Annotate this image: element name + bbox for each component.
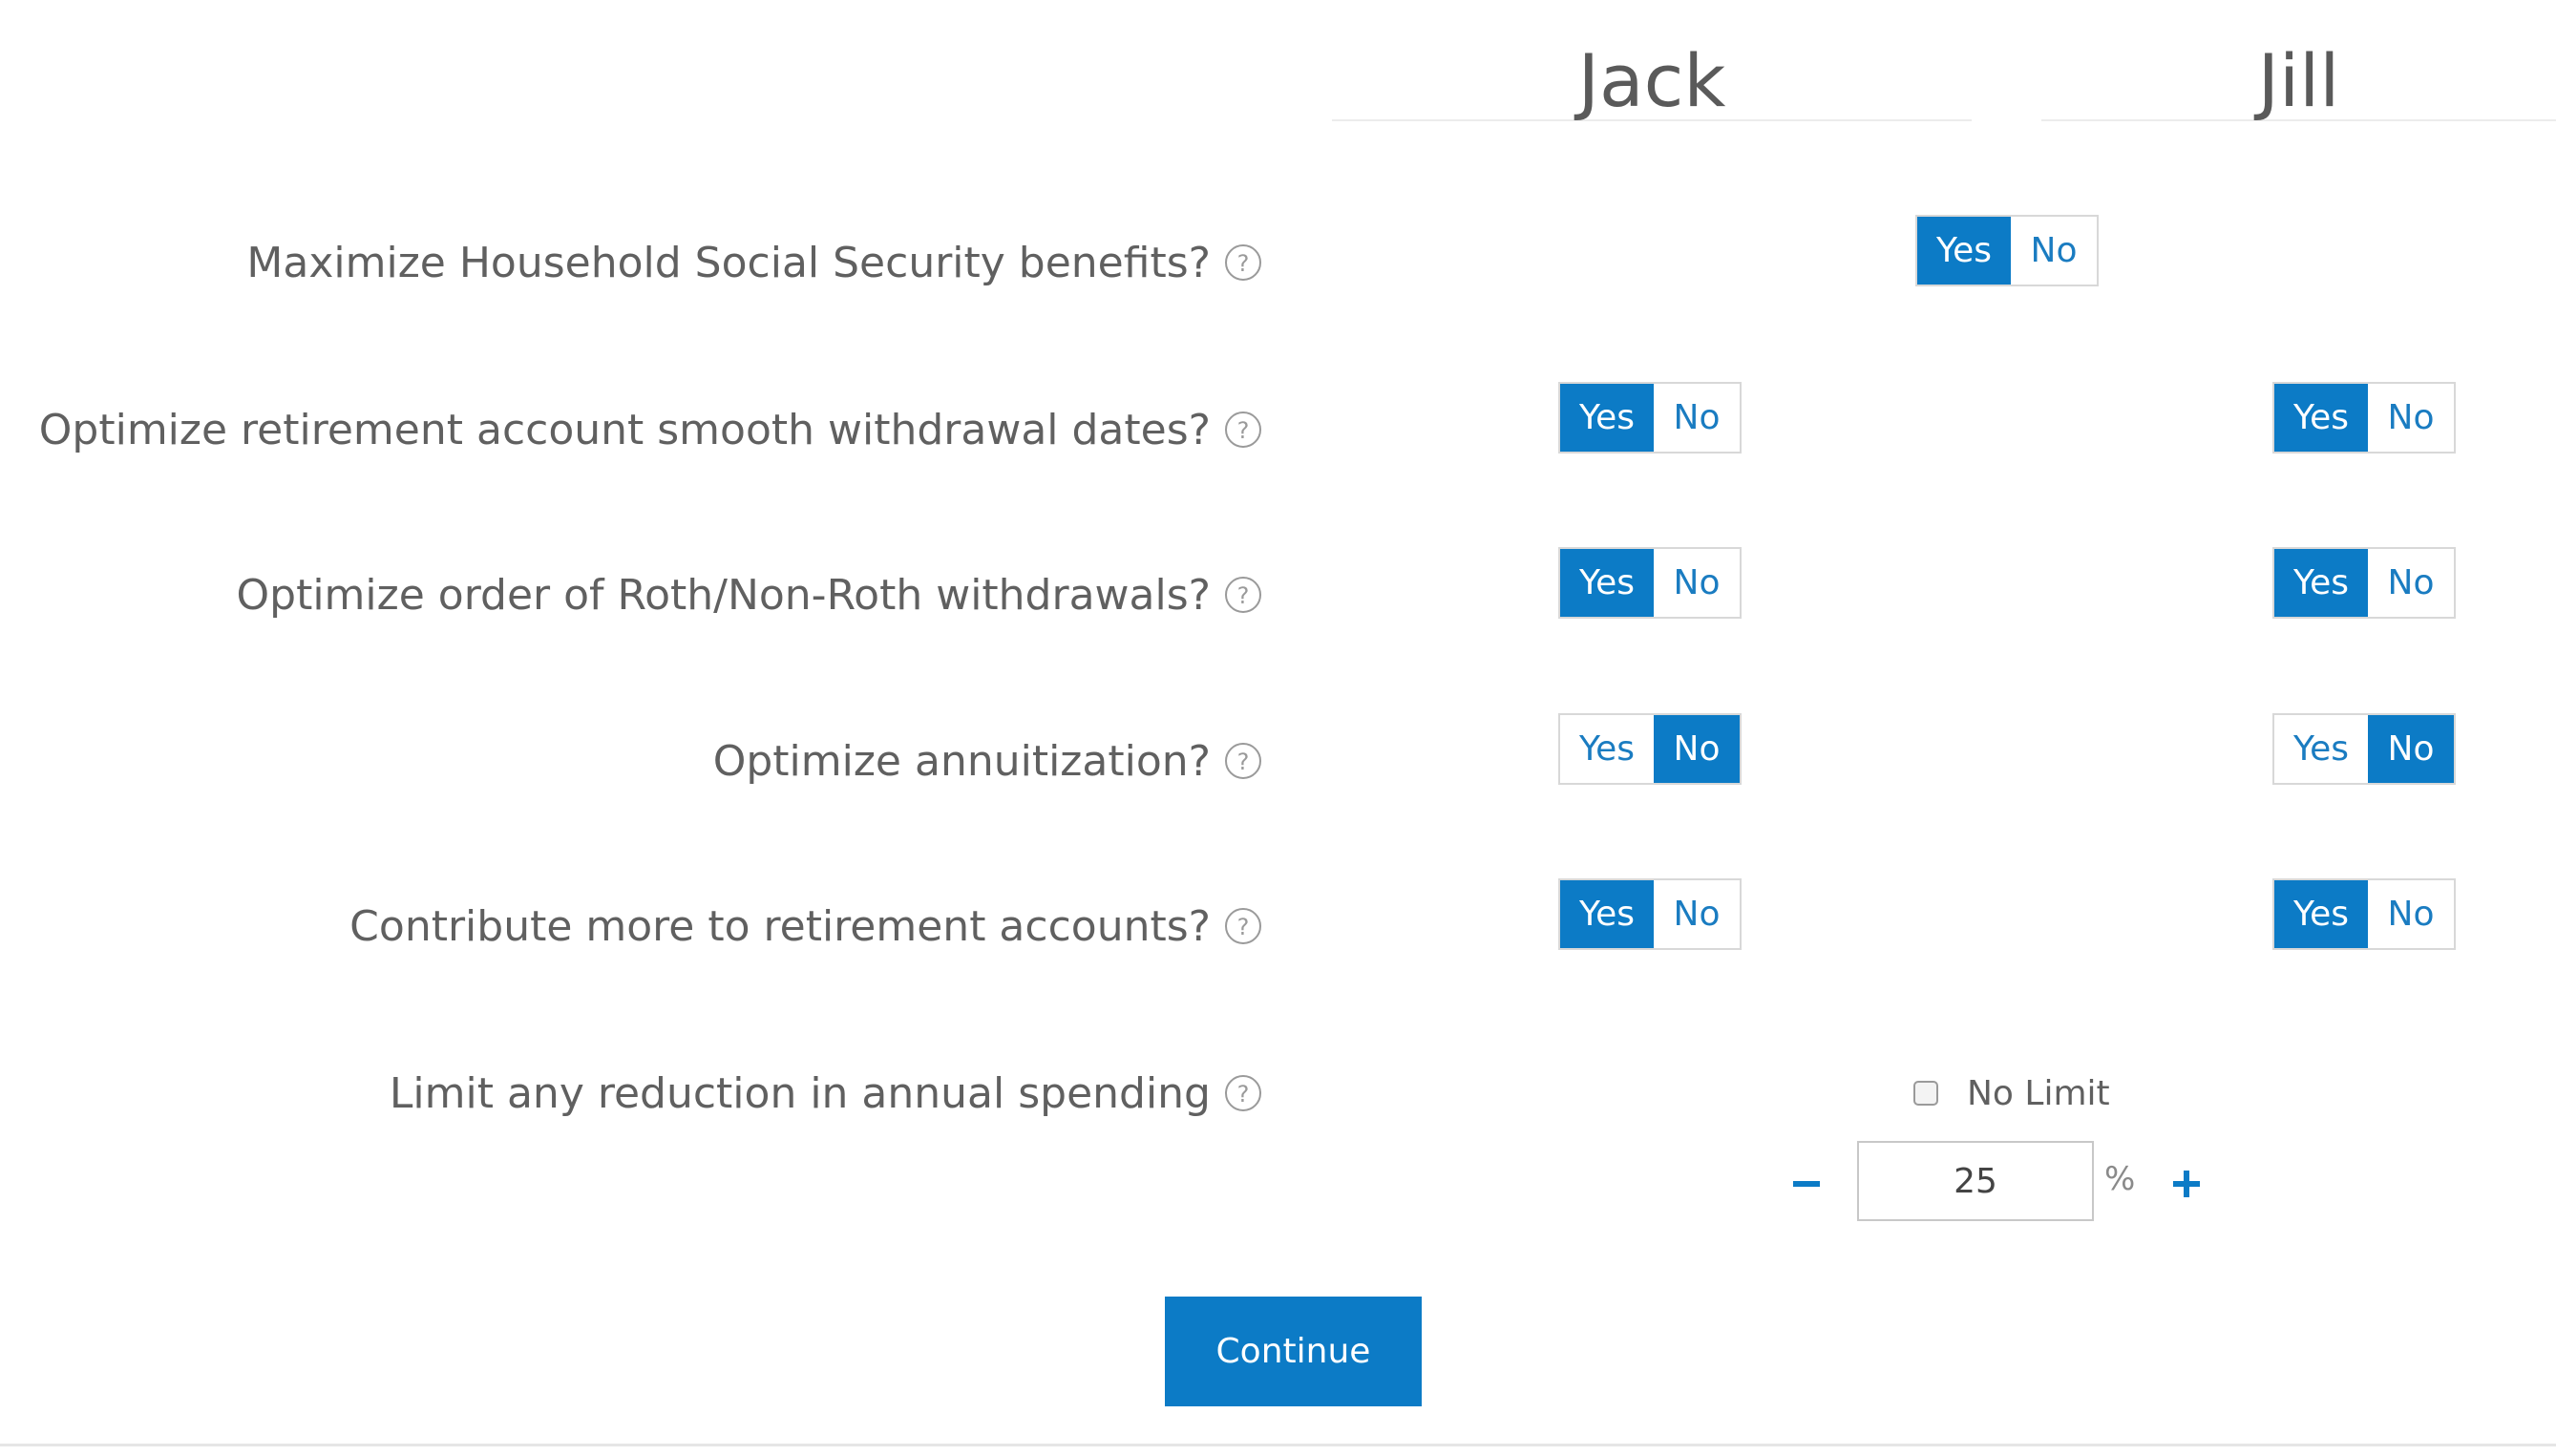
toggle-contribute-jill: Yes No [2272,878,2456,950]
question-label: Limit any reduction in annual spending [389,1068,1211,1118]
no-limit-option[interactable]: No Limit [1913,1069,2110,1117]
question-circle-icon[interactable]: ? [1224,576,1262,614]
no-limit-label: No Limit [1967,1073,2110,1113]
header-jill: Jill [2041,29,2556,123]
no-option[interactable]: No [1654,549,1740,617]
percent-sign: % [2104,1160,2136,1198]
spending-limit-input[interactable] [1857,1141,2094,1221]
question-circle-icon[interactable]: ? [1224,742,1262,780]
no-option[interactable]: No [2011,217,2097,285]
question-label: Maximize Household Social Security benef… [246,238,1211,287]
yes-option[interactable]: Yes [2274,549,2368,617]
svg-text:?: ? [1237,582,1250,609]
no-option[interactable]: No [1654,384,1740,452]
toggle-annuitization-jill: Yes No [2272,713,2456,785]
question-circle-icon[interactable]: ? [1224,907,1262,945]
toggle-contribute-jack: Yes No [1558,878,1742,950]
bottom-divider [0,1444,2556,1446]
continue-button[interactable]: Continue [1165,1297,1422,1406]
no-option[interactable]: No [2368,384,2454,452]
question-limit-spending-reduction: Limit any reduction in annual spending ? [390,1065,1262,1122]
no-option[interactable]: No [2368,880,2454,948]
minus-icon[interactable] [1787,1165,1826,1203]
svg-text:?: ? [1237,914,1250,940]
no-option[interactable]: No [1654,715,1740,783]
yes-option[interactable]: Yes [1560,384,1654,452]
question-label: Optimize retirement account smooth withd… [38,405,1211,454]
svg-text:?: ? [1237,250,1250,277]
plus-icon[interactable] [2167,1165,2206,1203]
yes-option[interactable]: Yes [2274,880,2368,948]
question-contribute-more: Contribute more to retirement accounts? … [349,897,1262,955]
svg-text:?: ? [1237,749,1250,775]
yes-option[interactable]: Yes [2274,384,2368,452]
toggle-smooth-withdrawal-jill: Yes No [2272,382,2456,454]
header-jack: Jack [1332,29,1972,123]
svg-text:?: ? [1237,1081,1250,1108]
question-smooth-withdrawal-dates: Optimize retirement account smooth withd… [39,401,1262,458]
toggle-social-security-household: Yes No [1915,215,2099,286]
no-limit-checkbox[interactable] [1913,1081,1938,1106]
question-label: Optimize annuitization? [712,736,1211,786]
question-circle-icon[interactable]: ? [1224,243,1262,282]
yes-option[interactable]: Yes [2274,715,2368,783]
question-maximize-social-security: Maximize Household Social Security benef… [246,234,1262,291]
yes-option[interactable]: Yes [1560,549,1654,617]
no-option[interactable]: No [2368,549,2454,617]
question-label: Optimize order of Roth/Non-Roth withdraw… [236,570,1212,620]
toggle-smooth-withdrawal-jack: Yes No [1558,382,1742,454]
question-label: Contribute more to retirement accounts? [349,901,1211,951]
svg-text:?: ? [1237,417,1250,444]
toggle-annuitization-jack: Yes No [1558,713,1742,785]
question-annuitization: Optimize annuitization? ? [713,732,1262,790]
yes-option[interactable]: Yes [1560,880,1654,948]
yes-option[interactable]: Yes [1917,217,2011,285]
toggle-roth-order-jack: Yes No [1558,547,1742,619]
yes-option[interactable]: Yes [1560,715,1654,783]
toggle-roth-order-jill: Yes No [2272,547,2456,619]
question-roth-order: Optimize order of Roth/Non-Roth withdraw… [237,566,1263,623]
question-circle-icon[interactable]: ? [1224,411,1262,449]
question-circle-icon[interactable]: ? [1224,1074,1262,1112]
no-option[interactable]: No [2368,715,2454,783]
no-option[interactable]: No [1654,880,1740,948]
